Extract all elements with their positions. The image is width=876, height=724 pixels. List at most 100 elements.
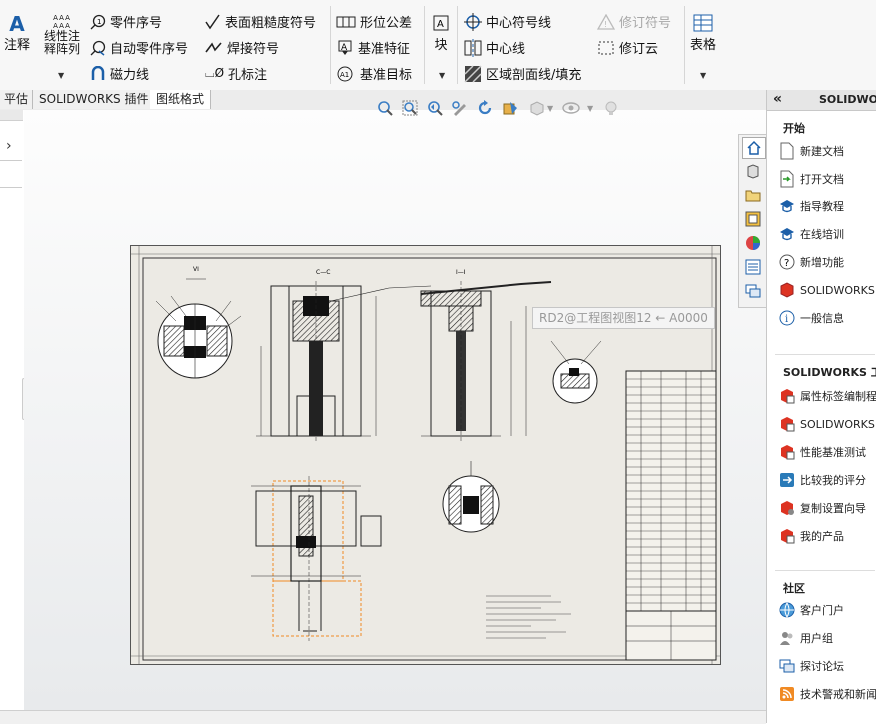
linear-pattern-icon: AAA AAA: [53, 14, 71, 30]
tutorials-link[interactable]: 指导教程: [779, 198, 844, 214]
view-orientation-dropdown-arrow[interactable]: ▼: [547, 104, 553, 113]
hide-show-items-icon[interactable]: [560, 98, 582, 118]
svg-text:A: A: [437, 19, 444, 30]
section-divider: [775, 354, 875, 355]
solidworks-tool-icon: [781, 389, 795, 404]
hide-show-dropdown-arrow[interactable]: ▼: [587, 104, 593, 113]
datum-feature-icon: A: [338, 40, 352, 55]
svg-text:!: !: [604, 20, 607, 29]
revision-symbol-button[interactable]: ! 修订符号: [597, 12, 671, 31]
view-orientation-icon[interactable]: [526, 98, 548, 118]
chevron-right-icon[interactable]: ›: [6, 138, 12, 154]
tab-sheet-format[interactable]: 图纸格式: [150, 90, 212, 109]
copy-settings-link[interactable]: 复制设置向导: [779, 500, 866, 516]
compare-icon: [780, 473, 794, 487]
property-tab-builder-link[interactable]: 属性标签编制程: [779, 388, 876, 404]
previous-view-icon[interactable]: [424, 98, 446, 118]
collapse-icon[interactable]: «: [773, 91, 782, 107]
annotation-button[interactable]: A 注释: [4, 14, 30, 53]
heads-up-view-toolbar: ▼ ▼: [374, 94, 634, 118]
surface-finish-button[interactable]: 表面粗糙度符号: [205, 12, 316, 31]
centerline-icon: [464, 38, 482, 57]
magnetic-line-icon: [91, 65, 105, 80]
user-group-icon: [780, 632, 793, 645]
user-group-link[interactable]: 用户组: [779, 630, 833, 646]
forum-icon[interactable]: [742, 281, 764, 301]
tab-solidworks-addins[interactable]: SOLIDWORKS 插件: [33, 90, 156, 109]
task-pane: « SOLIDWO 开始 新建文档 打开文档 指导教程 在线培训 ? 新增功能 S…: [766, 90, 876, 723]
command-manager-ribbon: A 注释 AAA AAA 线性注释阵列 ▼ 1 零件序号 自动零件序号 磁力线 表…: [0, 0, 876, 91]
blocks-button[interactable]: A 块: [432, 14, 450, 53]
task-pane-title: SOLIDWO: [819, 93, 876, 106]
annotation-dropdown-arrow[interactable]: ▼: [58, 71, 64, 80]
graphics-area[interactable]: ▼ ▼ VI C—C I—I RD2@工程图视图12 ← A0000: [24, 100, 766, 710]
svg-text:?: ?: [784, 258, 789, 269]
home-icon[interactable]: [742, 137, 766, 159]
compare-score-link[interactable]: 比较我的评分: [779, 472, 866, 488]
balloon-button[interactable]: 1 零件序号: [90, 12, 162, 31]
rebuild-icon[interactable]: [474, 98, 496, 118]
solidworks-tool-icon: [781, 529, 795, 544]
surface-finish-icon: [205, 14, 220, 29]
hole-callout-button[interactable]: ⌴Ø 孔标注: [205, 64, 267, 83]
discussion-forum-link[interactable]: 探讨论坛: [779, 658, 844, 674]
forum-icon: [779, 659, 795, 673]
zoom-to-area-icon[interactable]: [399, 98, 421, 118]
apply-scene-icon[interactable]: [600, 98, 622, 118]
new-document-link[interactable]: 新建文档: [779, 142, 844, 160]
center-mark-button[interactable]: 中心符号线: [464, 12, 551, 31]
solidworks-logo-icon: [780, 282, 794, 298]
datum-target-button[interactable]: A1 基准目标: [336, 64, 412, 83]
benchmark-link[interactable]: 性能基准测试: [779, 444, 866, 460]
magnetic-line-button[interactable]: 磁力线: [90, 64, 149, 83]
view-palette-icon[interactable]: [742, 209, 764, 229]
rss-icon: [780, 687, 794, 701]
zoom-to-fit-icon[interactable]: [374, 98, 396, 118]
display-style-icon[interactable]: [499, 98, 521, 118]
my-products-link[interactable]: 我的产品: [779, 528, 844, 544]
open-document-link[interactable]: 打开文档: [779, 170, 844, 188]
block-icon: A: [433, 15, 449, 31]
solidworks-tool-icon: [781, 445, 795, 460]
balloon-icon: 1: [90, 14, 106, 29]
blocks-dropdown-arrow[interactable]: ▼: [439, 71, 445, 80]
geometric-tolerance-button[interactable]: 形位公差: [336, 12, 412, 31]
datum-target-icon: A1: [337, 66, 353, 81]
table-button[interactable]: 表格: [690, 14, 716, 53]
auto-balloon-button[interactable]: 自动零件序号: [90, 38, 188, 57]
status-strip: [0, 710, 766, 724]
feature-manager-panel[interactable]: ›: [0, 110, 34, 723]
area-hatch-button[interactable]: 区域剖面线/填充: [464, 64, 581, 83]
online-training-link[interactable]: 在线培训: [779, 226, 844, 242]
view-label: C—C: [316, 269, 330, 276]
revision-cloud-button[interactable]: 修订云: [597, 38, 658, 57]
datum-feature-button[interactable]: A 基准特征: [336, 38, 410, 57]
centerline-button[interactable]: 中心线: [464, 38, 525, 57]
section-title-start: 开始: [783, 122, 805, 135]
tab-evaluate[interactable]: 平估: [0, 90, 34, 109]
view-label: VI: [193, 266, 199, 273]
info-icon: i: [779, 310, 795, 326]
appearances-icon[interactable]: [742, 233, 764, 253]
general-info-link[interactable]: i 一般信息: [779, 310, 844, 326]
ribbon-separator: [424, 6, 425, 84]
sketch-tool-icon[interactable]: [449, 98, 471, 118]
panel-header-strip: [0, 110, 23, 121]
file-explorer-icon[interactable]: [742, 185, 764, 205]
panel-field[interactable]: [0, 160, 22, 188]
linear-note-pattern-button[interactable]: AAA AAA 线性注释阵列: [40, 14, 84, 56]
annotation-icon: A: [9, 12, 25, 36]
tech-alerts-news-link[interactable]: 技术警戒和新闻: [779, 686, 876, 702]
whats-new-link[interactable]: ? 新增功能: [779, 254, 844, 270]
solidworks-tools-link[interactable]: SOLIDWORKS: [779, 416, 875, 432]
custom-properties-icon[interactable]: [742, 257, 764, 277]
design-library-icon[interactable]: [742, 161, 764, 181]
solidworks-link[interactable]: SOLIDWORKS: [779, 282, 875, 298]
bom-table: [625, 370, 717, 661]
section-title-community: 社区: [783, 582, 805, 595]
weld-symbol-button[interactable]: 焊接符号: [205, 38, 279, 57]
customer-portal-link[interactable]: 客户门户: [779, 602, 844, 618]
view-tooltip: RD2@工程图视图12 ← A0000: [532, 307, 715, 329]
task-pane-tabs: [738, 134, 768, 308]
table-dropdown-arrow[interactable]: ▼: [700, 71, 706, 80]
